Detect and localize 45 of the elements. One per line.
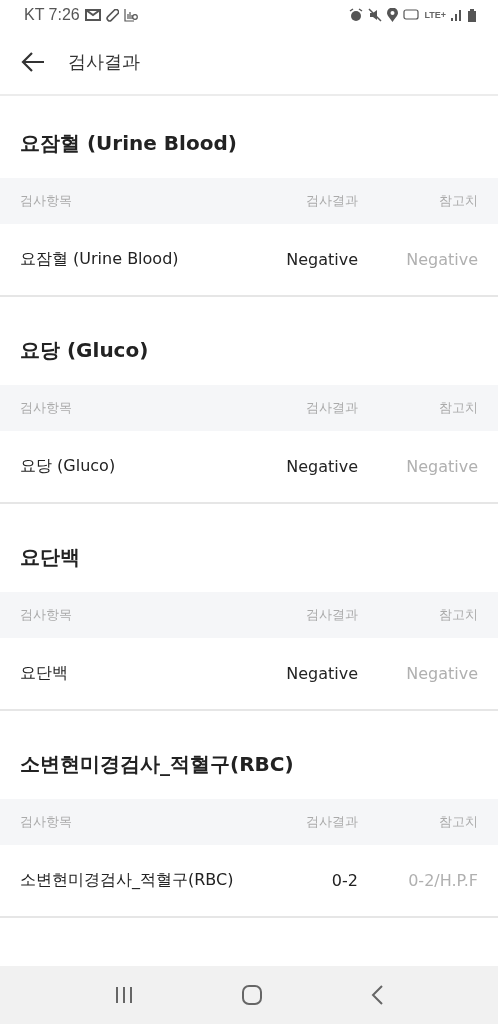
pill-icon bbox=[105, 8, 119, 22]
table-cell-text: Negative bbox=[285, 457, 358, 476]
signal-icon bbox=[451, 9, 463, 21]
column-header: 검사항목 bbox=[20, 399, 73, 417]
back-button[interactable] bbox=[20, 51, 46, 73]
table-cell-text: 0-2 bbox=[330, 871, 358, 890]
alarm-icon bbox=[349, 8, 364, 22]
chart-icon bbox=[123, 8, 139, 22]
column-header: 참고치 bbox=[438, 399, 478, 417]
section-title: 요당 (Gluco) bbox=[19, 336, 150, 364]
network-type: LTE+ bbox=[424, 10, 446, 20]
table-cell-text: 요당 (Gluco) bbox=[20, 456, 117, 477]
column-header: 검사항목 bbox=[20, 192, 73, 210]
table-cell-text: Negative bbox=[285, 664, 358, 683]
table-cell-text: 0-2/H.P.F bbox=[407, 871, 478, 890]
back-arrow-icon bbox=[20, 51, 46, 73]
hd-icon bbox=[403, 9, 420, 21]
battery-icon bbox=[468, 8, 476, 22]
column-header: 검사결과 bbox=[305, 399, 358, 417]
table-cell-text: Negative bbox=[285, 250, 358, 269]
column-header: 참고치 bbox=[438, 192, 478, 210]
rounded-square-icon bbox=[241, 984, 263, 1006]
mute-icon bbox=[368, 8, 383, 22]
column-header: 검사결과 bbox=[305, 192, 358, 210]
chevron-left-icon bbox=[370, 984, 385, 1006]
section-title: 요잠혈 (Urine Blood) bbox=[19, 129, 238, 157]
column-header: 참고치 bbox=[438, 813, 478, 831]
column-header: 검사결과 bbox=[305, 813, 358, 831]
status-time: KT 7:26 bbox=[24, 6, 80, 24]
table-cell-text: Negative bbox=[405, 457, 478, 476]
section-title: 요단백 bbox=[19, 543, 81, 571]
table-cell-text: Negative bbox=[405, 250, 478, 269]
mail-icon bbox=[84, 9, 101, 21]
table-cell-text: Negative bbox=[405, 664, 478, 683]
table-cell-text: 소변현미경검사_적혈구(RBC) bbox=[20, 870, 235, 891]
location-icon bbox=[387, 8, 399, 22]
column-header: 참고치 bbox=[438, 606, 478, 624]
column-header: 검사항목 bbox=[20, 606, 73, 624]
section-title: 소변현미경검사_적혈구(RBC) bbox=[19, 750, 295, 778]
three-lines-icon bbox=[113, 986, 134, 1004]
table-cell-text: 요단백 bbox=[20, 663, 69, 684]
column-header: 검사항목 bbox=[20, 813, 73, 831]
page-title: 검사결과 bbox=[68, 50, 140, 74]
column-header: 검사결과 bbox=[305, 606, 358, 624]
table-cell-text: 요잠혈 (Urine Blood) bbox=[20, 249, 180, 270]
